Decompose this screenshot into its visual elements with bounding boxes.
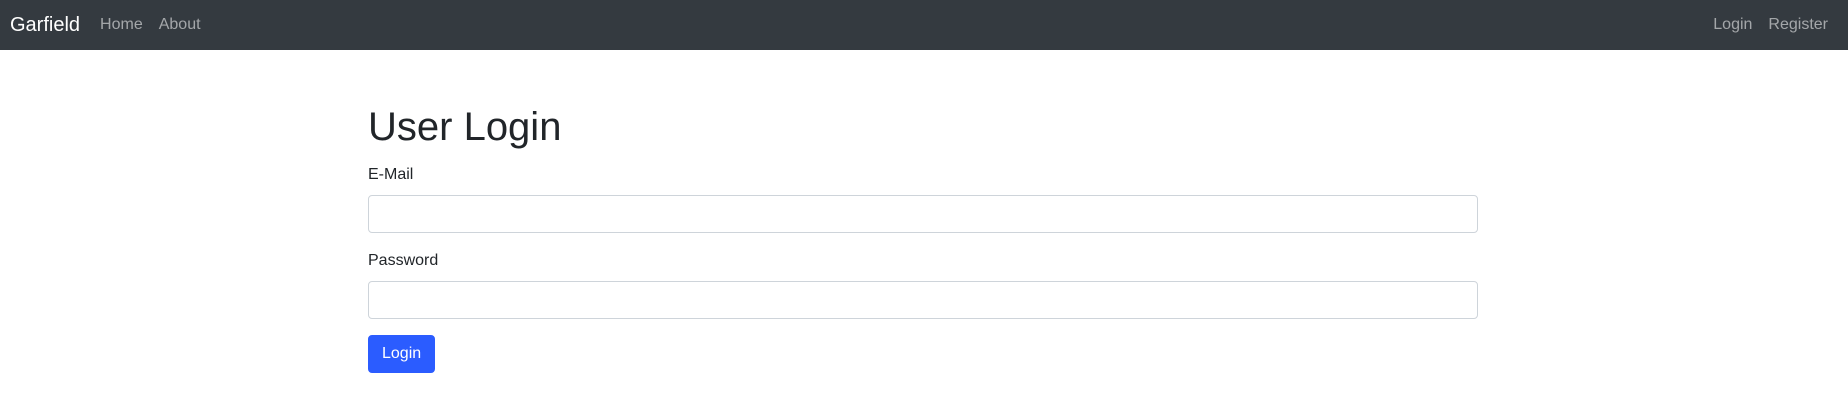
brand-link[interactable]: Garfield	[10, 15, 80, 35]
nav-link-home[interactable]: Home	[92, 17, 151, 33]
nav-left-links: Home About	[92, 17, 209, 33]
nav-link-about[interactable]: About	[151, 17, 209, 33]
password-field[interactable]	[368, 281, 1478, 319]
login-button[interactable]: Login	[368, 335, 436, 373]
nav-right-links: Login Register	[1705, 17, 1838, 33]
nav-link-register[interactable]: Register	[1760, 17, 1838, 33]
login-container: User Login E-Mail Password Login	[368, 50, 1478, 373]
email-group: E-Mail	[368, 163, 1478, 233]
password-label: Password	[368, 252, 439, 269]
top-navbar: Garfield Home About Login Register	[0, 0, 1848, 50]
page-title: User Login	[368, 105, 562, 149]
login-form: E-Mail Password Login	[368, 163, 1478, 373]
email-field[interactable]	[368, 195, 1478, 233]
email-label: E-Mail	[368, 166, 414, 183]
nav-link-login[interactable]: Login	[1705, 17, 1760, 33]
password-group: Password	[368, 249, 1478, 319]
